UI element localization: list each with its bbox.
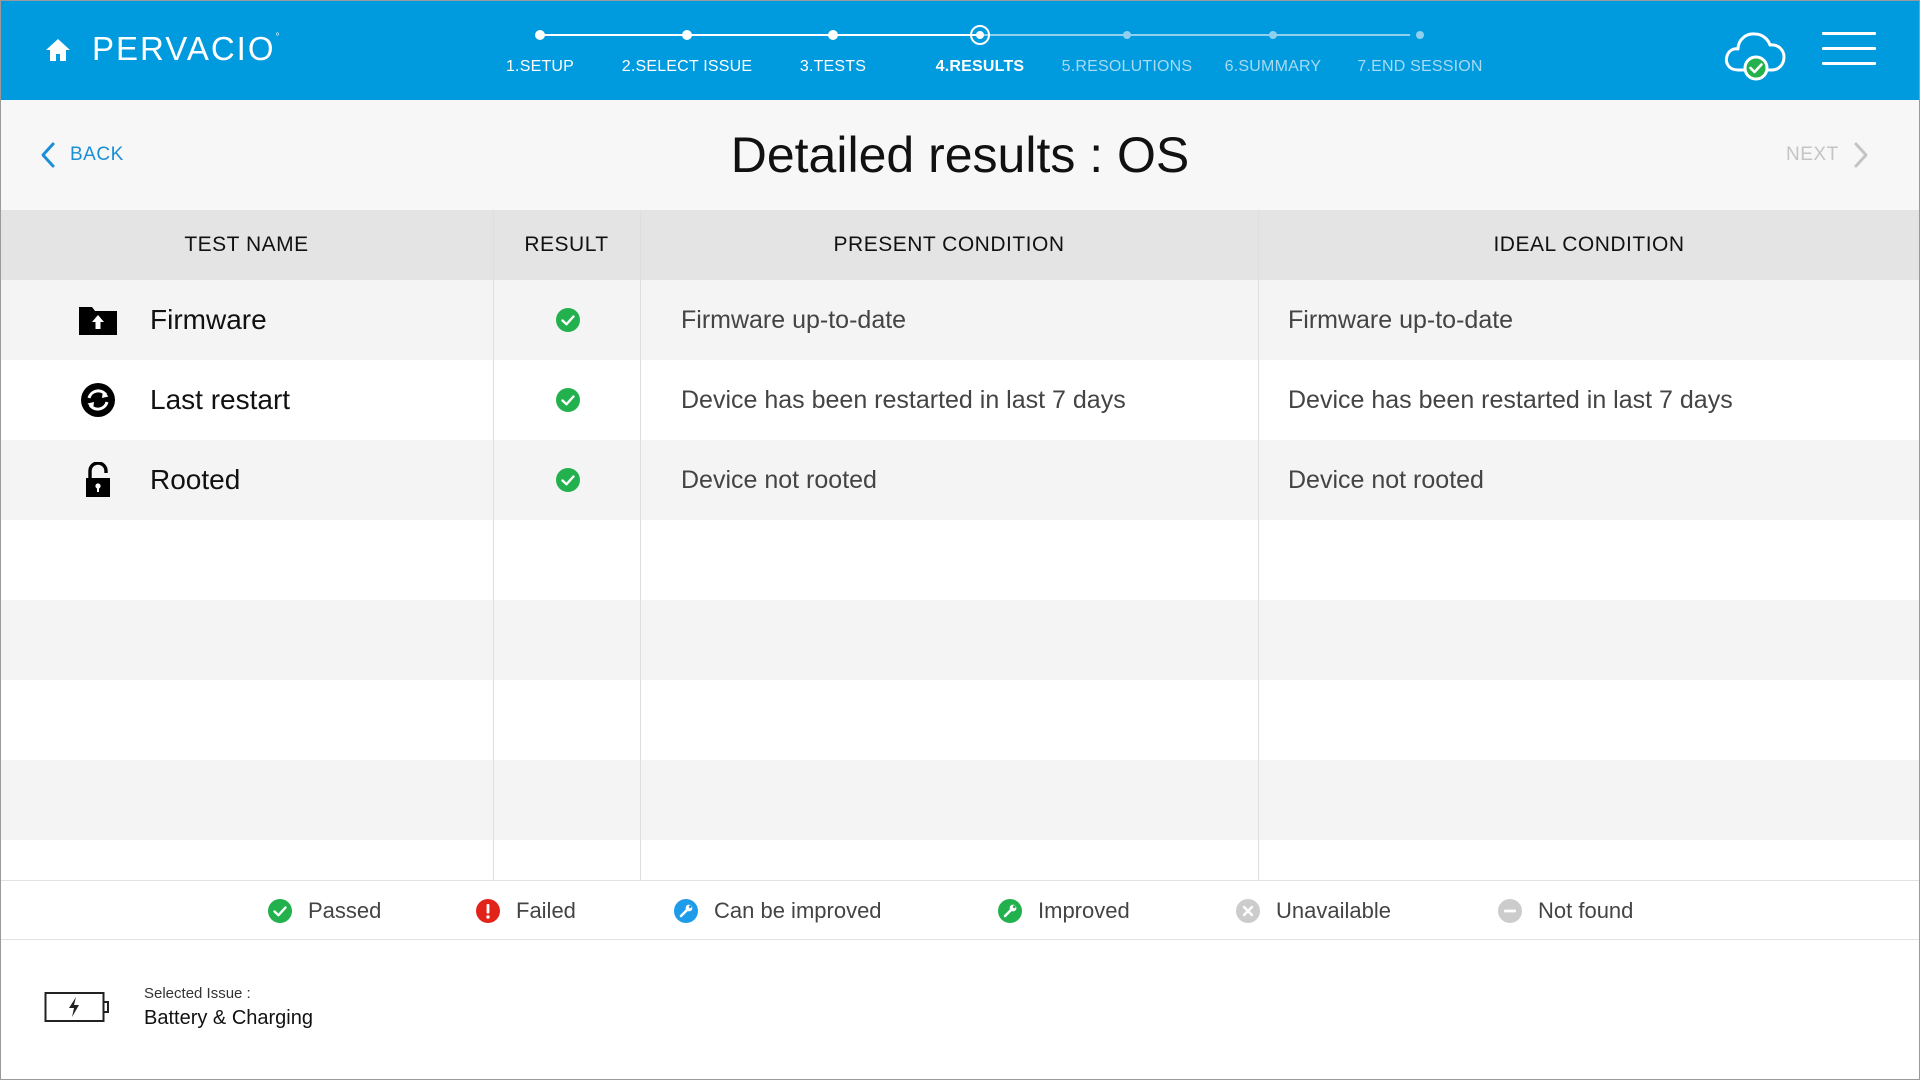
legend-can-be-improved: Can be improved xyxy=(674,881,882,941)
table-row[interactable]: Last restart Device has been restarted i… xyxy=(0,360,1920,440)
table-row[interactable]: Rooted Device not rooted Device not root… xyxy=(0,440,1920,520)
table-row-empty xyxy=(0,760,1920,840)
step-setup[interactable]: 1.SETUP xyxy=(470,0,610,100)
table-row-empty xyxy=(0,840,1920,880)
legend-improved: Improved xyxy=(998,881,1130,941)
ideal-condition: Device not rooted xyxy=(1288,466,1484,494)
legend-label: Failed xyxy=(516,898,576,923)
column-header-ideal-condition: IDEAL CONDITION xyxy=(1493,233,1685,256)
step-label: 3.TESTS xyxy=(799,58,867,75)
not-found-icon xyxy=(1498,899,1522,923)
present-condition: Device not rooted xyxy=(681,466,877,494)
legend-label: Unavailable xyxy=(1276,898,1391,923)
selected-issue-label: Selected Issue : xyxy=(144,985,251,1002)
step-label: 6.SUMMARY xyxy=(1224,58,1322,75)
step-dot xyxy=(1416,31,1424,39)
step-resolutions[interactable]: 5.RESOLUTIONS xyxy=(1057,0,1197,100)
ideal-condition: Device has been restarted in last 7 days xyxy=(1288,386,1733,414)
unlocked-padlock-icon xyxy=(78,461,118,498)
top-bar: PERVACIO° 1.SETUP 2.SELECT ISSUE 3.TESTS… xyxy=(0,0,1920,100)
table-row-empty xyxy=(0,600,1920,680)
passed-icon[interactable] xyxy=(556,468,580,492)
passed-icon xyxy=(268,899,292,923)
present-condition: Device has been restarted in last 7 days xyxy=(681,386,1126,414)
selected-issue-value: Battery & Charging xyxy=(144,1007,313,1029)
can-be-improved-icon xyxy=(674,899,698,923)
step-label: 4.RESULTS xyxy=(935,58,1025,75)
legend-not-found: Not found xyxy=(1498,881,1633,941)
column-header-present-condition: PRESENT CONDITION xyxy=(833,233,1065,256)
step-tests[interactable]: 3.TESTS xyxy=(763,0,903,100)
step-end-session[interactable]: 7.END SESSION xyxy=(1350,0,1490,100)
legend-label: Not found xyxy=(1538,898,1634,923)
legend-unavailable: Unavailable xyxy=(1236,881,1391,941)
table-row[interactable]: Firmware Firmware up-to-date Firmware up… xyxy=(0,280,1920,360)
title-bar: BACK Detailed results : OS NEXT xyxy=(0,100,1920,210)
step-dot xyxy=(828,30,838,40)
step-dot-current xyxy=(970,25,990,45)
chevron-right-icon xyxy=(1854,142,1868,168)
unavailable-icon xyxy=(1236,899,1260,923)
progress-stepper: 1.SETUP 2.SELECT ISSUE 3.TESTS 4.RESULTS… xyxy=(470,0,1490,100)
next-button[interactable]: NEXT xyxy=(1786,138,1869,172)
column-header-result: RESULT xyxy=(524,233,609,256)
passed-icon[interactable] xyxy=(556,388,580,412)
legend-failed: Failed xyxy=(476,881,576,941)
battery-charging-icon xyxy=(44,991,110,1023)
home-icon[interactable] xyxy=(44,36,72,64)
step-label: 7.END SESSION xyxy=(1357,58,1483,75)
passed-icon[interactable] xyxy=(556,308,580,332)
step-label: 1.SETUP xyxy=(505,58,575,75)
improved-icon xyxy=(998,899,1022,923)
legend-passed: Passed xyxy=(268,881,381,941)
step-dot xyxy=(682,30,692,40)
table-row-empty xyxy=(0,680,1920,760)
menu-bar xyxy=(1822,32,1876,35)
cloud-check-icon[interactable] xyxy=(1722,24,1790,82)
table-row-empty xyxy=(0,520,1920,600)
firmware-folder-icon xyxy=(78,302,118,338)
failed-icon xyxy=(476,899,500,923)
step-results[interactable]: 4.RESULTS xyxy=(910,0,1050,100)
step-select-issue[interactable]: 2.SELECT ISSUE xyxy=(617,0,757,100)
ideal-condition: Firmware up-to-date xyxy=(1288,306,1514,334)
step-summary[interactable]: 6.SUMMARY xyxy=(1203,0,1343,100)
logo-text: PERVACIO xyxy=(92,30,276,67)
test-name: Last restart xyxy=(150,384,291,415)
page-title: Detailed results : OS xyxy=(730,127,1190,183)
results-legend: Passed Failed Can be improved Improved U… xyxy=(0,880,1920,940)
logo-mark: ° xyxy=(275,32,282,43)
test-name: Rooted xyxy=(150,464,241,495)
table-header: TEST NAME RESULT PRESENT CONDITION IDEAL… xyxy=(0,210,1920,280)
menu-bar xyxy=(1822,47,1876,50)
pervacio-logo: PERVACIO° xyxy=(92,30,282,68)
legend-label: Passed xyxy=(308,898,382,923)
legend-label: Can be improved xyxy=(714,898,882,923)
step-dot xyxy=(1269,31,1277,39)
present-condition: Firmware up-to-date xyxy=(681,306,907,334)
step-dot xyxy=(1123,31,1131,39)
restart-icon xyxy=(78,382,118,418)
legend-label: Improved xyxy=(1038,898,1130,923)
hamburger-menu-icon[interactable] xyxy=(1822,32,1876,66)
step-dot xyxy=(535,30,545,40)
footer: Selected Issue : Battery & Charging xyxy=(0,941,1920,1080)
column-header-test-name: TEST NAME xyxy=(184,233,309,256)
test-name: Firmware xyxy=(150,304,267,335)
next-label: NEXT xyxy=(1786,144,1839,165)
menu-bar xyxy=(1822,62,1876,65)
step-label: 5.RESOLUTIONS xyxy=(1061,58,1193,75)
step-label: 2.SELECT ISSUE xyxy=(621,58,753,75)
